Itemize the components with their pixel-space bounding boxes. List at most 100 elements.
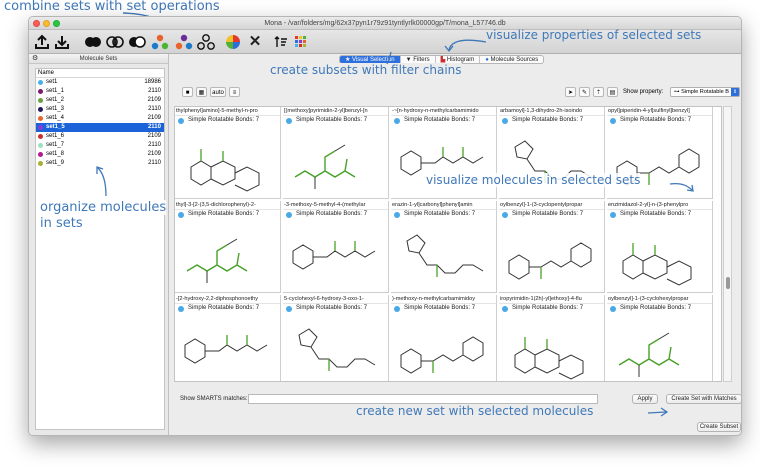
molecule-structure [184,335,268,364]
annotation-organize: organize molecules [40,200,167,215]
auto-size-button[interactable]: auto [210,87,226,97]
main-content: ★ Visual Selection ▼ Filters ▙ Histogram… [170,54,741,435]
delete-set-icon[interactable]: ✕ [247,34,263,50]
set-color-dot [178,305,184,312]
molecule-cell[interactable]: [(methoxy]pyrimidin-2-yl]benzyl-[n Simple… [283,107,389,199]
set-color-dot [38,134,43,139]
molecule-set-row[interactable]: set1_4 2109 [36,114,164,123]
molecule-property: Simple Rotatable Bonds: 7 [607,210,712,219]
medium-grid-button[interactable]: ▦ [196,87,207,97]
molecule-grid: thylphenyl]amino]-5-methyl-n-pro Simple R… [174,106,722,382]
show-property-select[interactable]: ⊶ Simple Rotatable B ⇕ [670,87,740,97]
annotation-arrow-molecules [669,182,694,192]
annotation-create-new-set: create new set with selected molecules [356,404,594,418]
molecule-set-row[interactable]: set1_5 2110 [36,123,164,132]
molecule-property: Simple Rotatable Bonds: 7 [283,210,388,219]
split-set-random-icon[interactable] [175,34,193,50]
molecule-structure [400,336,484,374]
molecule-name: oylbenzyl]-1-(3-cyclopentylpropar [499,201,604,210]
tab-filters[interactable]: ▼ Filters [401,56,436,63]
molecule-set-row[interactable]: set1_8 2109 [36,150,164,159]
molecule-cell[interactable]: 5-cyclohexyl-6-hydroxy-3-oxo-1- Simple Ro… [283,295,389,381]
chevron-down-icon: ⇕ [731,88,739,96]
molecule-structure [618,332,680,377]
molecule-set-row[interactable]: set1_3 2110 [36,105,164,114]
select-pointer-button[interactable]: ➤ [565,87,576,97]
molecule-cell[interactable]: oylbenzyl]-1-(3-cyclopentylpropar Simple … [499,201,605,293]
molecule-name: erazin-1-yl]carbonyl]phenyl]amin [391,201,496,210]
list-button[interactable]: ▤ [607,87,618,97]
annotation-arrow-histogram [444,39,487,53]
smarts-input[interactable] [248,394,598,404]
molecule-cell[interactable]: thylphenyl]amino]-5-methyl-n-pro Simple R… [175,107,281,199]
set-color-dot [394,305,400,312]
molecule-set-row[interactable]: set1_6 2109 [36,132,164,141]
set-count: 2109 [147,151,161,157]
name-column-header[interactable]: Name [36,69,164,78]
molecule-name: -3-methoxy-5-methyl-4-(methylar [283,201,388,210]
molecule-cell[interactable]: iropyrimidin-1(2h)-yl]ethoxy]-4-flu Simpl… [499,295,605,381]
molecule-cell[interactable]: )-methoxy-n-methylcarbamimidoy Simple Rot… [391,295,497,381]
scrollbar-thumb[interactable] [726,277,730,289]
union-icon[interactable] [84,34,101,50]
align-left-button[interactable]: ≡ [229,87,240,97]
molecule-cell[interactable]: erazin-1-yl]carbonyl]phenyl]amin Simple R… [391,201,497,293]
export-icon[interactable] [34,34,50,50]
molecule-cell[interactable]: -[2-hydroxy-2,2-diphosphonoethy Simple Ro… [175,295,281,381]
grid-scrollbar[interactable] [723,106,732,382]
molecule-structure [190,149,260,192]
molecule-name: [(methoxy]pyrimidin-2-yl]benzyl-[n [283,107,388,116]
gear-icon[interactable]: ⚙ [32,54,38,64]
molecule-property: Simple Rotatable Bonds: 7 [175,304,280,313]
molecule-set-row[interactable]: set1_2 2109 [36,96,164,105]
minimize-window-button[interactable] [43,20,50,27]
color-wheel-icon[interactable] [225,34,241,50]
molecule-name: iropyrimidin-1(2h)-yl]ethoxy]-4-flu [499,295,604,304]
set-count: 18986 [144,79,161,85]
molecule-name: enzimidazol-2-yl]-n-(3-phenylpro [607,201,712,210]
set-name: set1_2 [46,97,65,103]
cluster-set-icon[interactable] [197,34,215,50]
create-set-with-matches-button[interactable]: Create Set with Matches [666,394,741,404]
annotation-arrow-filters [386,51,392,65]
molecule-name: opyl]piperidin-4-yl]sulfinyl]benzyl] [607,107,712,116]
molecule-name: )-methoxy-n-methylcarbamimidoy [391,295,496,304]
molecule-set-row[interactable]: set1_1 2110 [36,87,164,96]
set-count: 2110 [148,160,161,166]
set-name: set1_4 [46,115,65,121]
molecule-set-row[interactable]: set1 18986 [36,78,164,87]
import-icon[interactable] [54,34,70,50]
set-color-dot [38,152,43,157]
molecule-structure [508,242,592,280]
pencil-button[interactable]: ✎ [579,87,590,97]
small-grid-button[interactable]: ■ [182,87,193,97]
color-grid-icon[interactable] [293,34,309,50]
sort-icon[interactable] [273,34,289,50]
molecule-cell[interactable]: oylbenzyl]-1-(3-cyclohexylpropar Simple R… [607,295,713,381]
apply-button[interactable]: Apply [632,394,658,404]
difference-icon[interactable] [128,34,146,50]
molecule-name: 5-cyclohexyl-6-hydroxy-3-oxo-1- [283,295,388,304]
close-window-button[interactable] [33,20,40,27]
molecule-structure [514,337,584,380]
intersection-icon[interactable] [106,34,124,50]
molecule-structure [298,328,376,371]
molecule-structure [292,241,376,270]
annotation-arrow-create [647,407,669,417]
set-color-dot [286,211,292,218]
split-set-icon[interactable] [151,34,169,50]
set-color-dot [286,117,292,124]
set-color-dot [38,125,43,130]
set-color-dot [286,305,292,312]
molecule-set-row[interactable]: set1_7 2110 [36,141,164,150]
molecule-cell[interactable]: thyl]-3-[2-(3,5-dichlorophenyl)-2- Simple… [175,201,281,293]
tab-molecule-sources[interactable]: ● Molecule Sources [480,56,543,63]
upload-button[interactable]: ⇡ [593,87,604,97]
molecule-cell[interactable]: -3-methoxy-5-methyl-4-(methylar Simple Ro… [283,201,389,293]
molecule-cell[interactable]: enzimidazol-2-yl]-n-(3-phenylpro Simple R… [607,201,713,293]
zoom-window-button[interactable] [53,20,60,27]
create-subset-button[interactable]: Create Subset [697,422,741,432]
set-count: 2109 [147,133,161,139]
window-title: Mona - /var/folders/mg/62x37pyn1r79z91ty… [264,20,506,27]
tab-histogram[interactable]: ▙ Histogram [436,56,481,63]
